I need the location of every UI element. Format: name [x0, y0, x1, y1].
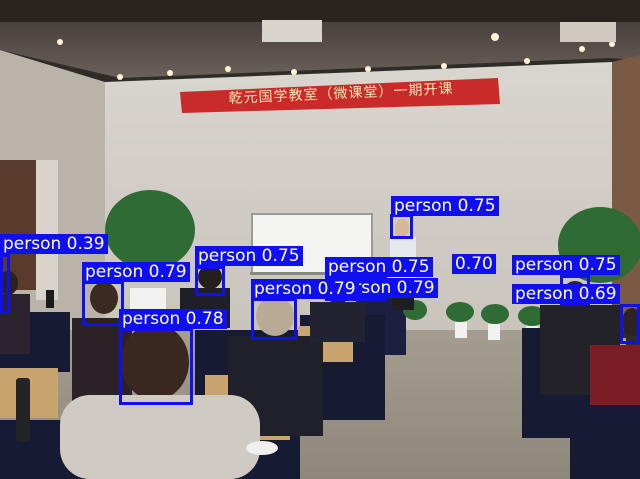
detection-label: person 0.75 — [325, 257, 433, 277]
detection-box — [620, 304, 640, 344]
detection-label: person 0.75 — [391, 196, 499, 216]
detection-label: person 0.39 — [0, 234, 108, 254]
detection-label: person 0.75 — [512, 255, 620, 275]
detection-box — [251, 298, 297, 340]
detection-label: person 0.69 — [512, 284, 620, 304]
detection-box — [82, 281, 124, 326]
detection-label: 0.70 — [452, 254, 496, 274]
detection-label: person 0.79 — [82, 262, 190, 282]
detection-box — [195, 266, 225, 296]
detection-label: person 0.78 — [119, 309, 227, 329]
detection-box — [0, 254, 10, 314]
detection-box — [119, 328, 193, 405]
detection-box — [390, 214, 413, 239]
detection-image: 乾元国学教室（微课堂）一期开课 person 0.75 person 0.39 … — [0, 0, 640, 479]
detection-label: person 0.75 — [195, 246, 303, 266]
detection-label: person 0.79 — [251, 279, 359, 299]
